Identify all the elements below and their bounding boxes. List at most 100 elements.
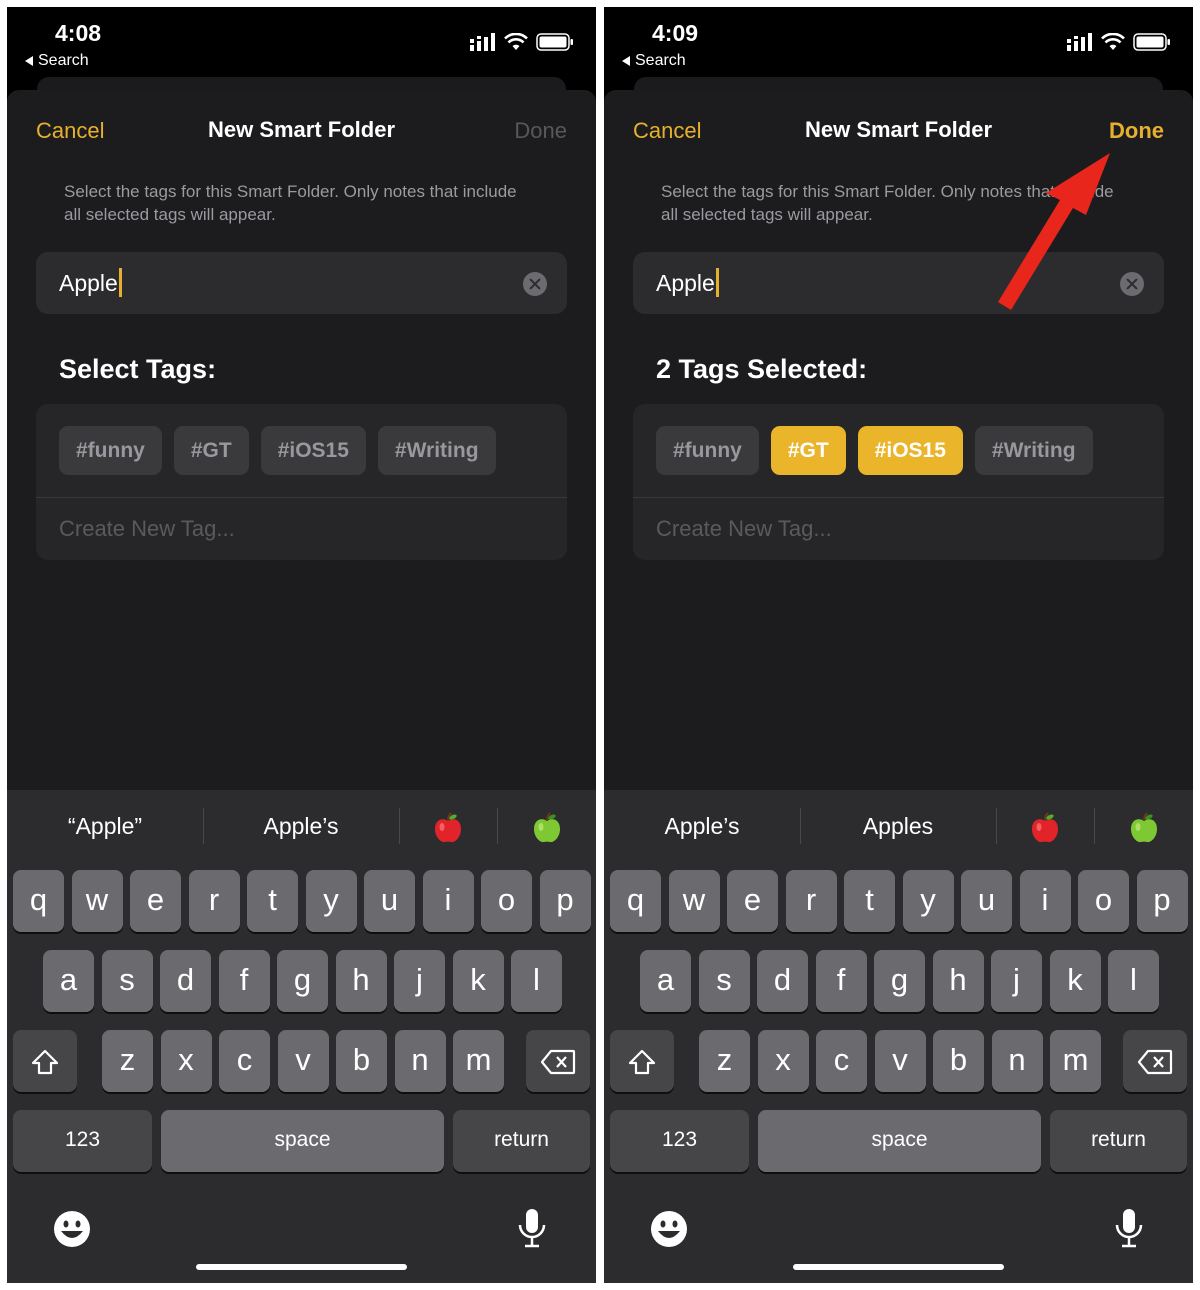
key-n[interactable]: n	[394, 1030, 446, 1092]
key-m[interactable]: m	[453, 1030, 504, 1092]
microphone-icon[interactable]	[517, 1207, 547, 1249]
tag-search-input[interactable]: Apple	[633, 252, 1164, 314]
delete-key[interactable]	[1123, 1030, 1187, 1092]
suggestion-red-apple[interactable]	[399, 790, 497, 862]
back-to-search-button[interactable]: Search	[25, 52, 89, 70]
key-g[interactable]: g	[874, 950, 925, 1012]
key-o[interactable]: o	[1078, 870, 1129, 932]
tag-funny[interactable]: #funny	[59, 426, 162, 475]
key-u[interactable]: u	[961, 870, 1012, 932]
key-i[interactable]: i	[422, 870, 474, 932]
key-b[interactable]: b	[933, 1030, 984, 1092]
delete-key[interactable]	[526, 1030, 590, 1092]
key-w[interactable]: w	[71, 870, 123, 932]
tag-writing[interactable]: #Writing	[377, 426, 496, 475]
key-o[interactable]: o	[481, 870, 532, 932]
key-d[interactable]: d	[160, 950, 211, 1012]
key-c[interactable]: c	[816, 1030, 867, 1092]
key-e[interactable]: e	[727, 870, 778, 932]
key-f[interactable]: f	[218, 950, 270, 1012]
clear-text-icon[interactable]	[1120, 272, 1144, 296]
space-key[interactable]: space	[161, 1110, 444, 1172]
key-d[interactable]: d	[757, 950, 808, 1012]
key-e[interactable]: e	[130, 870, 181, 932]
return-key[interactable]: return	[453, 1110, 590, 1172]
key-c[interactable]: c	[219, 1030, 270, 1092]
key-j[interactable]: j	[394, 950, 445, 1012]
key-p[interactable]: p	[539, 870, 591, 932]
home-indicator[interactable]	[793, 1264, 1004, 1270]
microphone-icon[interactable]	[1114, 1207, 1144, 1249]
tag-ios15[interactable]: #iOS15	[857, 426, 963, 475]
tag-search-input[interactable]: Apple	[36, 252, 567, 314]
space-key[interactable]: space	[758, 1110, 1041, 1172]
cancel-button[interactable]: Cancel	[633, 118, 701, 144]
key-a[interactable]: a	[640, 950, 691, 1012]
key-h[interactable]: h	[335, 950, 387, 1012]
done-button[interactable]: Done	[1109, 118, 1164, 144]
back-to-search-button[interactable]: Search	[622, 52, 686, 70]
create-new-tag-input[interactable]: Create New Tag...	[656, 516, 832, 542]
done-button[interactable]: Done	[514, 118, 567, 144]
key-p[interactable]: p	[1136, 870, 1188, 932]
key-y[interactable]: y	[305, 870, 357, 932]
tag-writing[interactable]: #Writing	[974, 426, 1093, 475]
tag-ios15[interactable]: #iOS15	[260, 426, 366, 475]
key-v[interactable]: v	[874, 1030, 926, 1092]
key-s[interactable]: s	[698, 950, 750, 1012]
key-v[interactable]: v	[277, 1030, 329, 1092]
key-m[interactable]: m	[1050, 1030, 1101, 1092]
key-w[interactable]: w	[668, 870, 720, 932]
key-z[interactable]: z	[102, 1030, 153, 1092]
key-q[interactable]: q	[610, 870, 661, 932]
key-t[interactable]: t	[844, 870, 895, 932]
wifi-icon	[1101, 33, 1125, 50]
key-i[interactable]: i	[1019, 870, 1071, 932]
tag-gt[interactable]: #GT	[770, 426, 846, 475]
cellular-signal-icon	[1067, 33, 1092, 51]
key-l[interactable]: l	[1108, 950, 1159, 1012]
shift-key[interactable]	[610, 1030, 674, 1092]
key-n[interactable]: n	[991, 1030, 1043, 1092]
key-u[interactable]: u	[364, 870, 415, 932]
suggestion-red-apple[interactable]	[996, 790, 1094, 862]
cancel-button[interactable]: Cancel	[36, 118, 104, 144]
key-x[interactable]: x	[160, 1030, 212, 1092]
suggestion-1[interactable]: Apple’s	[604, 790, 800, 862]
tag-funny[interactable]: #funny	[656, 426, 759, 475]
key-q[interactable]: q	[13, 870, 64, 932]
suggestion-1[interactable]: “Apple”	[7, 790, 203, 862]
key-j[interactable]: j	[991, 950, 1042, 1012]
suggestion-green-apple[interactable]	[497, 790, 596, 862]
key-f[interactable]: f	[815, 950, 867, 1012]
key-a[interactable]: a	[43, 950, 94, 1012]
create-new-tag-input[interactable]: Create New Tag...	[59, 516, 235, 542]
keyboard: “Apple” Apple’s q w e r t y u i o p a s …	[7, 790, 596, 1283]
key-k[interactable]: k	[452, 950, 504, 1012]
key-s[interactable]: s	[101, 950, 153, 1012]
shift-key[interactable]	[13, 1030, 77, 1092]
suggestion-2[interactable]: Apples	[800, 790, 996, 862]
key-x[interactable]: x	[757, 1030, 809, 1092]
key-g[interactable]: g	[277, 950, 328, 1012]
emoji-icon[interactable]	[52, 1209, 92, 1249]
key-k[interactable]: k	[1049, 950, 1101, 1012]
key-t[interactable]: t	[247, 870, 298, 932]
emoji-icon[interactable]	[649, 1209, 689, 1249]
numbers-key[interactable]: 123	[610, 1110, 749, 1172]
key-h[interactable]: h	[932, 950, 984, 1012]
clear-text-icon[interactable]	[523, 272, 547, 296]
key-z[interactable]: z	[699, 1030, 750, 1092]
key-l[interactable]: l	[511, 950, 562, 1012]
suggestion-2[interactable]: Apple’s	[203, 790, 399, 862]
key-r[interactable]: r	[188, 870, 240, 932]
numbers-key[interactable]: 123	[13, 1110, 152, 1172]
key-b[interactable]: b	[336, 1030, 387, 1092]
tags-selected-heading: 2 Tags Selected:	[656, 354, 868, 384]
key-y[interactable]: y	[902, 870, 954, 932]
tag-gt[interactable]: #GT	[173, 426, 249, 475]
home-indicator[interactable]	[196, 1264, 407, 1270]
key-r[interactable]: r	[785, 870, 837, 932]
suggestion-green-apple[interactable]	[1094, 790, 1193, 862]
return-key[interactable]: return	[1050, 1110, 1187, 1172]
